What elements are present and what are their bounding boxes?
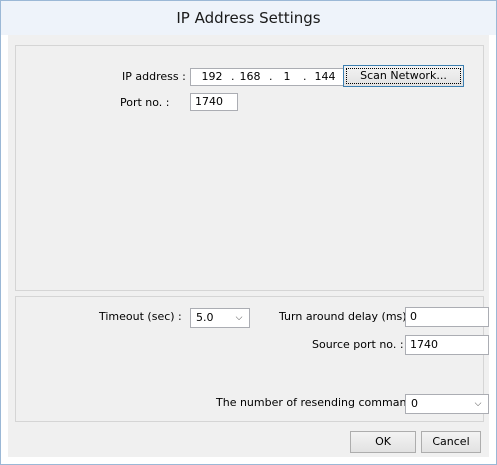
- scan-network-button[interactable]: Scan Network...: [343, 65, 464, 87]
- resend-count-value: 0: [411, 397, 418, 410]
- ip-octet-3[interactable]: 1: [279, 69, 295, 85]
- ip-address-settings-dialog: IP Address Settings IP address : 192 . 1…: [0, 0, 497, 465]
- communication-settings-panel: Timeout (sec) : 5.0 ⌵ Turn around delay …: [15, 296, 489, 422]
- turnaround-delay-label: Turn around delay (ms) :: [279, 310, 414, 323]
- ip-octet-4[interactable]: 144: [313, 69, 337, 85]
- ip-octet-1[interactable]: 192: [201, 69, 223, 85]
- ip-address-field[interactable]: 192 . 168 . 1 . 144: [190, 68, 348, 86]
- timeout-label: Timeout (sec) :: [99, 310, 182, 323]
- ip-address-label: IP address :: [122, 70, 186, 83]
- cancel-button[interactable]: Cancel: [421, 431, 481, 453]
- dialog-body: IP address : 192 . 168 . 1 . 144 Scan Ne…: [8, 35, 489, 457]
- ip-dot: .: [303, 70, 307, 83]
- ok-button[interactable]: OK: [350, 431, 416, 453]
- resend-count-select[interactable]: 0 ⌵: [405, 394, 489, 414]
- port-input[interactable]: 1740: [190, 93, 238, 111]
- resend-count-label: The number of resending commands :: [216, 396, 427, 409]
- network-settings-panel: IP address : 192 . 168 . 1 . 144 Scan Ne…: [15, 45, 484, 291]
- dialog-title: IP Address Settings: [1, 1, 496, 35]
- timeout-select[interactable]: 5.0 ⌵: [190, 308, 250, 328]
- chevron-down-icon: ⌵: [474, 399, 482, 409]
- timeout-value: 5.0: [196, 311, 214, 324]
- scan-network-label: Scan Network...: [346, 68, 461, 84]
- source-port-input[interactable]: 1740: [405, 335, 489, 355]
- source-port-label: Source port no. :: [312, 338, 404, 351]
- ip-octet-2[interactable]: 168: [239, 69, 261, 85]
- turnaround-delay-input[interactable]: 0: [405, 307, 489, 327]
- ip-dot: .: [269, 70, 273, 83]
- ip-dot: .: [231, 70, 235, 83]
- chevron-down-icon: ⌵: [235, 313, 243, 323]
- port-label: Port no. :: [120, 96, 170, 109]
